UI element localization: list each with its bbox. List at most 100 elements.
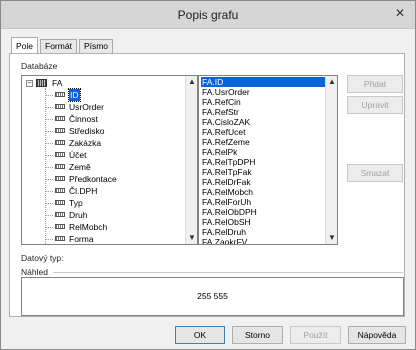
datovy-typ-label: Datový typ: bbox=[21, 253, 64, 263]
field-icon bbox=[55, 128, 65, 133]
field-list-item[interactable]: FA.RelForUh bbox=[201, 197, 325, 207]
field-icon bbox=[55, 104, 65, 109]
tree-guide-line bbox=[45, 143, 53, 144]
field-list-item[interactable]: FA.RelTpDPH bbox=[201, 157, 325, 167]
field-list-item[interactable]: FA.ID bbox=[201, 77, 325, 87]
tree-guide-line bbox=[45, 167, 53, 168]
field-icon bbox=[55, 212, 65, 217]
upravit-button[interactable]: Upravit bbox=[347, 96, 403, 114]
tree-item-label: ID bbox=[68, 88, 81, 102]
field-list-item[interactable]: FA.RefUcet bbox=[201, 127, 325, 137]
field-icon bbox=[55, 236, 65, 241]
field-list-item[interactable]: FA.RelTpFak bbox=[201, 167, 325, 177]
scroll-down-icon[interactable]: ▼ bbox=[326, 232, 337, 244]
field-list-item[interactable]: FA.ZaokrFV bbox=[201, 237, 325, 244]
tree-item[interactable]: Středisko bbox=[22, 125, 187, 137]
field-list-item[interactable]: FA.RelDrFak bbox=[201, 177, 325, 187]
field-list-item[interactable]: FA.CisloZAK bbox=[201, 117, 325, 127]
preview-value: 255 555 bbox=[197, 291, 228, 301]
tree-item[interactable]: Předkontace bbox=[22, 173, 187, 185]
tree-guide-line bbox=[45, 191, 53, 192]
field-icon bbox=[55, 140, 65, 145]
tree-guide-line bbox=[45, 119, 53, 120]
field-listbox[interactable]: FA.ID FA.UsrOrder FA.RefCin FA.RefStr FA.Cis… bbox=[198, 75, 338, 245]
dialog-window: Popis grafu ✕ Pole Formát Písmo Databáze… bbox=[0, 0, 416, 350]
scroll-up-icon[interactable]: ▲ bbox=[186, 76, 197, 88]
field-list-item[interactable]: FA.RelMobch bbox=[201, 187, 325, 197]
window-title: Popis grafu bbox=[177, 8, 239, 22]
field-list-item[interactable]: FA.RelPk bbox=[201, 147, 325, 157]
tree-item[interactable]: Zakázka bbox=[22, 137, 187, 149]
collapse-icon[interactable]: − bbox=[26, 80, 33, 87]
scroll-down-icon[interactable]: ▼ bbox=[186, 232, 197, 244]
tab-strip: Pole Formát Písmo bbox=[11, 37, 115, 54]
tree-guide-line bbox=[45, 155, 53, 156]
tab-pismo[interactable]: Písmo bbox=[78, 39, 114, 53]
tree-item[interactable]: Země bbox=[22, 161, 187, 173]
tree-guide-line bbox=[45, 215, 53, 216]
tree-guide-line bbox=[45, 107, 53, 108]
tree-guide-line bbox=[45, 203, 53, 204]
tree-item-label: Druh bbox=[69, 210, 88, 220]
tree-guide-line bbox=[45, 179, 53, 180]
tree-item[interactable]: Forma bbox=[22, 233, 187, 244]
pridat-button[interactable]: Přidat bbox=[347, 75, 403, 93]
field-icon bbox=[55, 116, 65, 121]
database-tree[interactable]: − FA ID UsrOrder Činnost Středisko Zakázka Úč… bbox=[21, 75, 198, 245]
field-list-item[interactable]: FA.RelDruh bbox=[201, 227, 325, 237]
tree-item-label: Zakázka bbox=[69, 138, 102, 148]
tree-item-label: UsrOrder bbox=[69, 102, 104, 112]
napoveda-button[interactable]: Nápověda bbox=[348, 326, 406, 344]
tree-item-label: Typ bbox=[69, 198, 83, 208]
tree-scrollbar[interactable]: ▲ ▼ bbox=[185, 76, 197, 244]
tree-guide-line bbox=[45, 131, 53, 132]
field-icon bbox=[55, 224, 65, 229]
tree-item-label: Země bbox=[69, 162, 91, 172]
field-icon bbox=[55, 188, 65, 193]
pouzit-button[interactable]: Použít bbox=[290, 326, 341, 344]
tree-item[interactable]: Druh bbox=[22, 209, 187, 221]
list-scrollbar[interactable]: ▲ ▼ bbox=[325, 76, 337, 244]
tree-item-label: Středisko bbox=[69, 126, 105, 136]
tree-item[interactable]: Činnost bbox=[22, 113, 187, 125]
tree-item[interactable]: ID bbox=[22, 88, 187, 102]
smazat-button[interactable]: Smazat bbox=[347, 164, 403, 182]
field-icon bbox=[55, 152, 65, 157]
scroll-up-icon[interactable]: ▲ bbox=[326, 76, 337, 88]
ok-button[interactable]: OK bbox=[175, 326, 225, 344]
field-icon bbox=[55, 200, 65, 205]
tree-item[interactable]: Typ bbox=[22, 197, 187, 209]
tree-item[interactable]: Čl.DPH bbox=[22, 185, 187, 197]
field-list-item[interactable]: FA.RelObDPH bbox=[201, 207, 325, 217]
field-icon bbox=[55, 92, 65, 97]
tree-root[interactable]: − FA bbox=[22, 77, 187, 89]
storno-button[interactable]: Storno bbox=[232, 326, 283, 344]
tree-item-label: Účet bbox=[69, 150, 87, 160]
preview-box: 255 555 bbox=[21, 277, 404, 316]
tree-item-label: Činnost bbox=[69, 114, 98, 124]
tab-pole[interactable]: Pole bbox=[11, 37, 39, 53]
nahled-label: Náhled bbox=[21, 267, 48, 277]
field-list-item[interactable]: FA.RefCin bbox=[201, 97, 325, 107]
nahled-divider bbox=[53, 272, 403, 273]
tree-item[interactable]: Účet bbox=[22, 149, 187, 161]
tree-guide-line bbox=[45, 239, 53, 240]
tab-format[interactable]: Formát bbox=[40, 39, 77, 53]
tree-item-label: Čl.DPH bbox=[69, 186, 98, 196]
field-icon bbox=[55, 164, 65, 169]
tree-item[interactable]: UsrOrder bbox=[22, 101, 187, 113]
table-icon bbox=[36, 79, 47, 87]
tree-guide-line bbox=[45, 227, 53, 228]
tree-item-label: RelMobch bbox=[69, 222, 108, 232]
title-bar[interactable]: Popis grafu ✕ bbox=[1, 1, 415, 29]
field-list-item[interactable]: FA.RefStr bbox=[201, 107, 325, 117]
field-list-item[interactable]: FA.RefZeme bbox=[201, 137, 325, 147]
field-list-item[interactable]: FA.UsrOrder bbox=[201, 87, 325, 97]
tree-item-label: Forma bbox=[69, 234, 94, 244]
field-list-item[interactable]: FA.RelObSH bbox=[201, 217, 325, 227]
tree-item[interactable]: RelMobch bbox=[22, 221, 187, 233]
close-icon[interactable]: ✕ bbox=[391, 5, 409, 21]
tree-item-label: Předkontace bbox=[69, 174, 117, 184]
tree-root-label: FA bbox=[52, 78, 63, 88]
tree-guide-line bbox=[45, 95, 53, 96]
